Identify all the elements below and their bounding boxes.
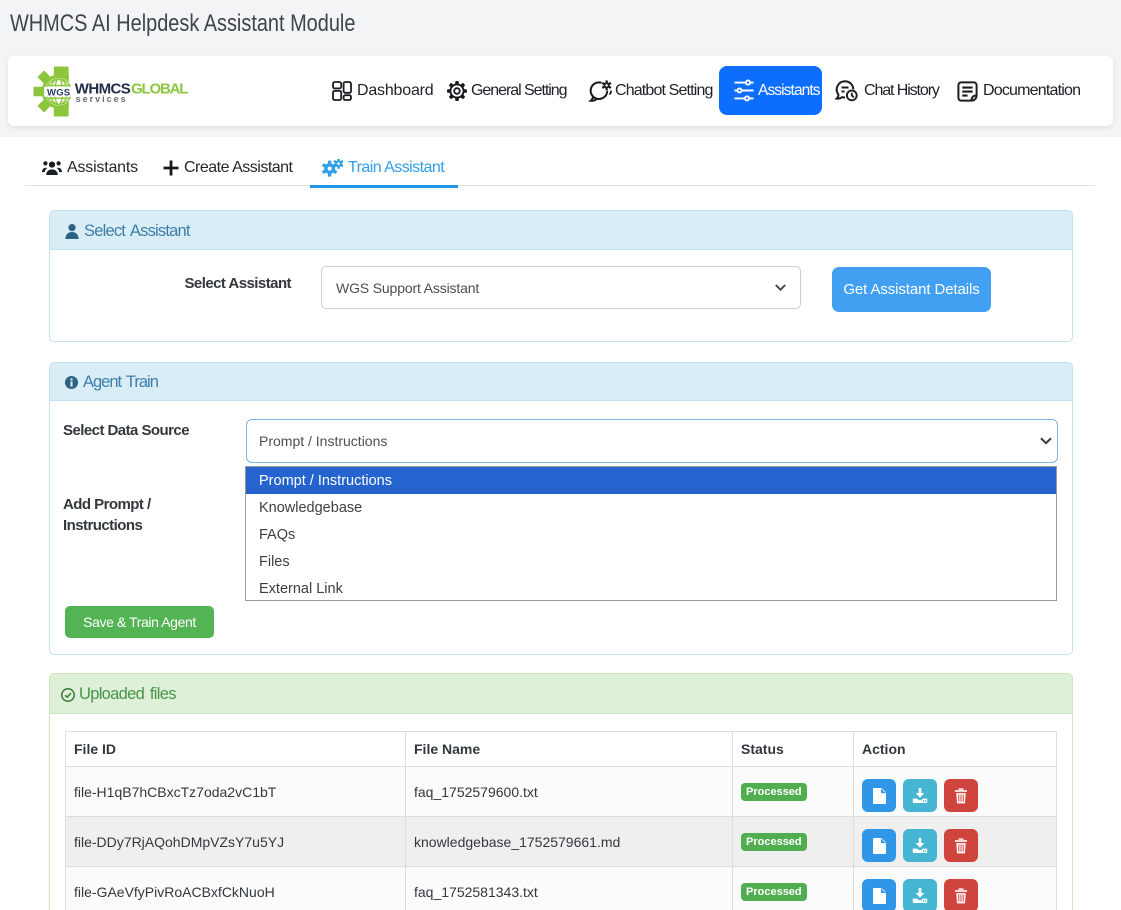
svg-text:GLOBAL: GLOBAL: [131, 80, 188, 97]
svg-text:services: services: [76, 94, 128, 104]
svg-text:WGS: WGS: [47, 87, 70, 98]
